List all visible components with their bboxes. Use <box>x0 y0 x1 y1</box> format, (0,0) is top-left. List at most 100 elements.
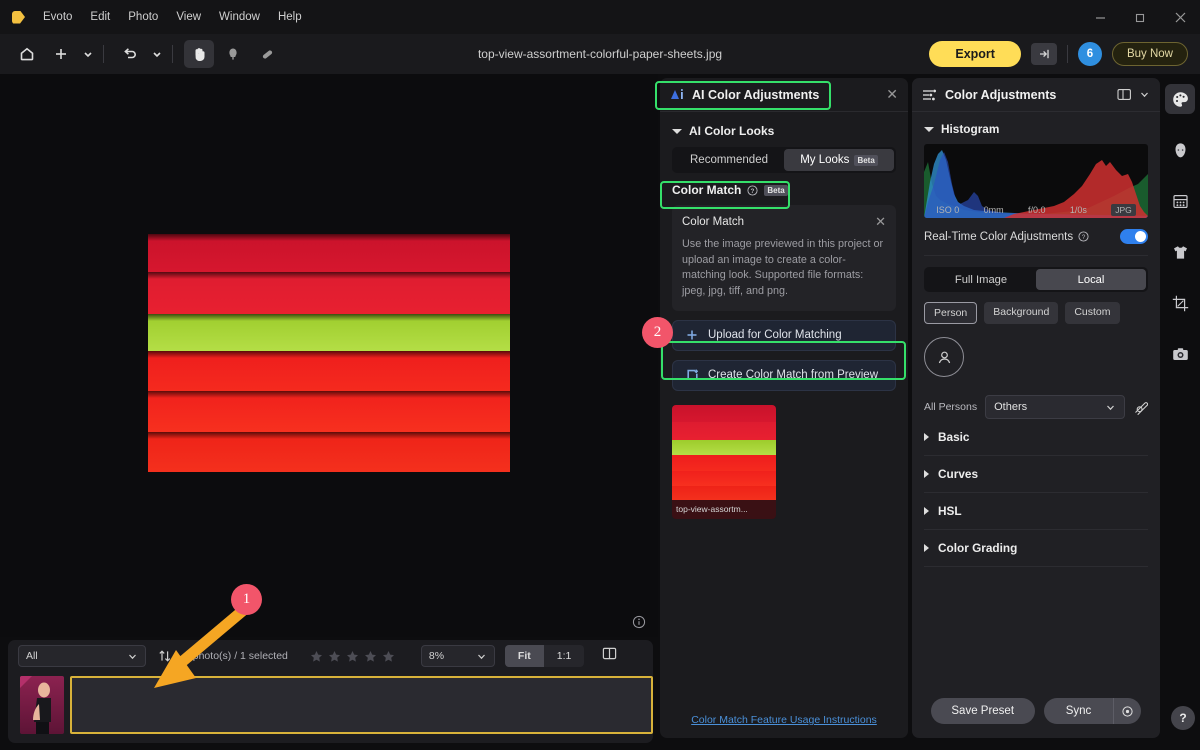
filmstrip-toolbar: All 2 photo(s) / 1 selected 8% Fit 1:1 <box>8 640 653 672</box>
buy-now-button[interactable]: Buy Now <box>1111 42 1188 66</box>
clothing-icon[interactable] <box>1165 237 1195 267</box>
filter-dropdown[interactable]: All <box>18 645 146 667</box>
close-icon[interactable] <box>1160 0 1200 34</box>
chip-person[interactable]: Person <box>924 302 978 324</box>
palette-icon[interactable] <box>1165 84 1195 114</box>
add-icon[interactable] <box>46 40 76 68</box>
histogram-header[interactable]: Histogram <box>924 112 1148 144</box>
zoom-dropdown[interactable]: 8% <box>420 645 495 667</box>
credits-badge[interactable]: 6 <box>1077 42 1102 66</box>
photo-preview[interactable] <box>148 234 510 472</box>
create-label: Create Color Match from Preview <box>708 369 878 382</box>
avatar[interactable] <box>924 337 964 377</box>
chevron-down-icon[interactable] <box>80 40 96 68</box>
help-circle-icon[interactable]: ? <box>747 184 758 196</box>
ai-color-looks-label: AI Color Looks <box>689 124 775 138</box>
toolbar-divider <box>1066 45 1068 63</box>
face-icon[interactable] <box>1165 135 1195 165</box>
menu-item-photo[interactable]: Photo <box>119 8 167 26</box>
star-icon[interactable] <box>364 650 377 663</box>
menu-item-help[interactable]: Help <box>269 8 311 26</box>
export-arrow-icon[interactable] <box>1030 43 1057 65</box>
realtime-toggle[interactable] <box>1120 229 1148 244</box>
panel-footer: Save Preset Sync <box>912 684 1160 738</box>
canvas-area[interactable] <box>0 74 658 637</box>
tab-local[interactable]: Local <box>1036 269 1146 290</box>
star-icon[interactable] <box>382 650 395 663</box>
upload-for-color-matching-button[interactable]: Upload for Color Matching <box>672 319 896 351</box>
chip-background[interactable]: Background <box>984 302 1059 324</box>
settings-icon[interactable] <box>1113 698 1141 724</box>
panel-actions <box>1117 88 1150 101</box>
toolbar-divider <box>103 45 104 63</box>
chevron-down-icon <box>477 654 485 659</box>
chevron-down-icon[interactable] <box>1139 89 1150 100</box>
export-button[interactable]: Export <box>929 41 1021 67</box>
panel-title: AI Color Adjustments <box>692 87 820 102</box>
step-badge-2: 2 <box>642 317 673 348</box>
filmstrip-bar: All 2 photo(s) / 1 selected 8% Fit 1:1 <box>8 640 653 743</box>
app-logo-icon <box>12 10 25 24</box>
rating-stars[interactable] <box>310 650 395 663</box>
section-basic[interactable]: Basic <box>924 419 1148 456</box>
color-adjustments-panel: Color Adjustments Histogram ISO 0 0mm f/… <box>912 78 1160 738</box>
chevron-down-icon <box>129 654 136 659</box>
section-basic-label: Basic <box>938 430 970 444</box>
menu-item-window[interactable]: Window <box>210 8 269 26</box>
info-icon[interactable] <box>632 615 646 629</box>
star-icon[interactable] <box>346 650 359 663</box>
retouch-grid-icon[interactable] <box>1165 186 1195 216</box>
edit-mask-icon[interactable] <box>1133 400 1148 415</box>
color-match-swatch[interactable]: top-view-assortm... <box>672 404 776 519</box>
compare-view-icon[interactable] <box>602 646 617 666</box>
menu-item-edit[interactable]: Edit <box>81 8 119 26</box>
menu-item-evoto[interactable]: Evoto <box>34 8 81 26</box>
paper-strip <box>148 272 510 314</box>
swatch-preview <box>672 404 776 500</box>
chip-custom[interactable]: Custom <box>1065 302 1120 324</box>
crop-icon[interactable] <box>1165 288 1195 318</box>
hand-tool-icon[interactable] <box>184 40 214 68</box>
menu-item-view[interactable]: View <box>167 8 210 26</box>
star-icon[interactable] <box>328 650 341 663</box>
restore-icon[interactable] <box>1120 0 1160 34</box>
chevron-down-icon[interactable] <box>149 40 165 68</box>
format-badge: JPG <box>1111 203 1136 216</box>
save-preset-button[interactable]: Save Preset <box>930 698 1035 724</box>
ai-color-adjustments-panel: AI Color Adjustments ✕ AI Color Looks Re… <box>660 78 908 738</box>
color-match-instructions-link[interactable]: Color Match Feature Usage Instructions <box>660 714 908 726</box>
panel-layout-icon[interactable] <box>1117 88 1132 101</box>
star-icon[interactable] <box>310 650 323 663</box>
menu-bar: Evoto Edit Photo View Window Help <box>0 0 1200 34</box>
sync-button[interactable]: Sync <box>1044 705 1114 717</box>
tab-my-looks[interactable]: My Looks Beta <box>784 149 894 171</box>
color-match-header[interactable]: Color Match ? Beta <box>672 183 896 197</box>
close-icon[interactable]: ✕ <box>875 214 886 230</box>
zoom-value: 8% <box>428 650 445 662</box>
help-circle-icon[interactable]: ? <box>1078 231 1089 242</box>
paper-strip <box>148 314 510 351</box>
create-color-match-from-preview-button[interactable]: Create Color Match from Preview <box>672 359 896 391</box>
section-hsl[interactable]: HSL <box>924 493 1148 530</box>
camera-icon[interactable] <box>1165 339 1195 369</box>
stamp-tool-icon[interactable] <box>218 40 248 68</box>
ai-color-looks-header[interactable]: AI Color Looks <box>660 112 908 147</box>
tab-full-image[interactable]: Full Image <box>926 269 1036 290</box>
minimize-icon[interactable] <box>1080 0 1120 34</box>
close-icon[interactable]: ✕ <box>886 86 898 103</box>
section-curves[interactable]: Curves <box>924 456 1148 493</box>
portrait-thumbnail[interactable] <box>20 676 64 734</box>
realtime-label: Real-Time Color Adjustments <box>924 230 1074 243</box>
window-controls <box>1080 0 1200 34</box>
persons-dropdown[interactable]: Others <box>985 395 1125 419</box>
tab-recommended[interactable]: Recommended <box>674 149 784 171</box>
one-to-one-button[interactable]: 1:1 <box>544 645 585 667</box>
sync-group: Sync <box>1043 698 1142 724</box>
home-icon[interactable] <box>12 40 42 68</box>
undo-icon[interactable] <box>115 40 145 68</box>
fit-button[interactable]: Fit <box>504 645 544 667</box>
scope-tabs: Full Image Local <box>924 267 1148 292</box>
help-button[interactable]: ? <box>1171 706 1195 730</box>
section-color-grading[interactable]: Color Grading <box>924 530 1148 567</box>
healing-brush-icon[interactable] <box>252 40 282 68</box>
